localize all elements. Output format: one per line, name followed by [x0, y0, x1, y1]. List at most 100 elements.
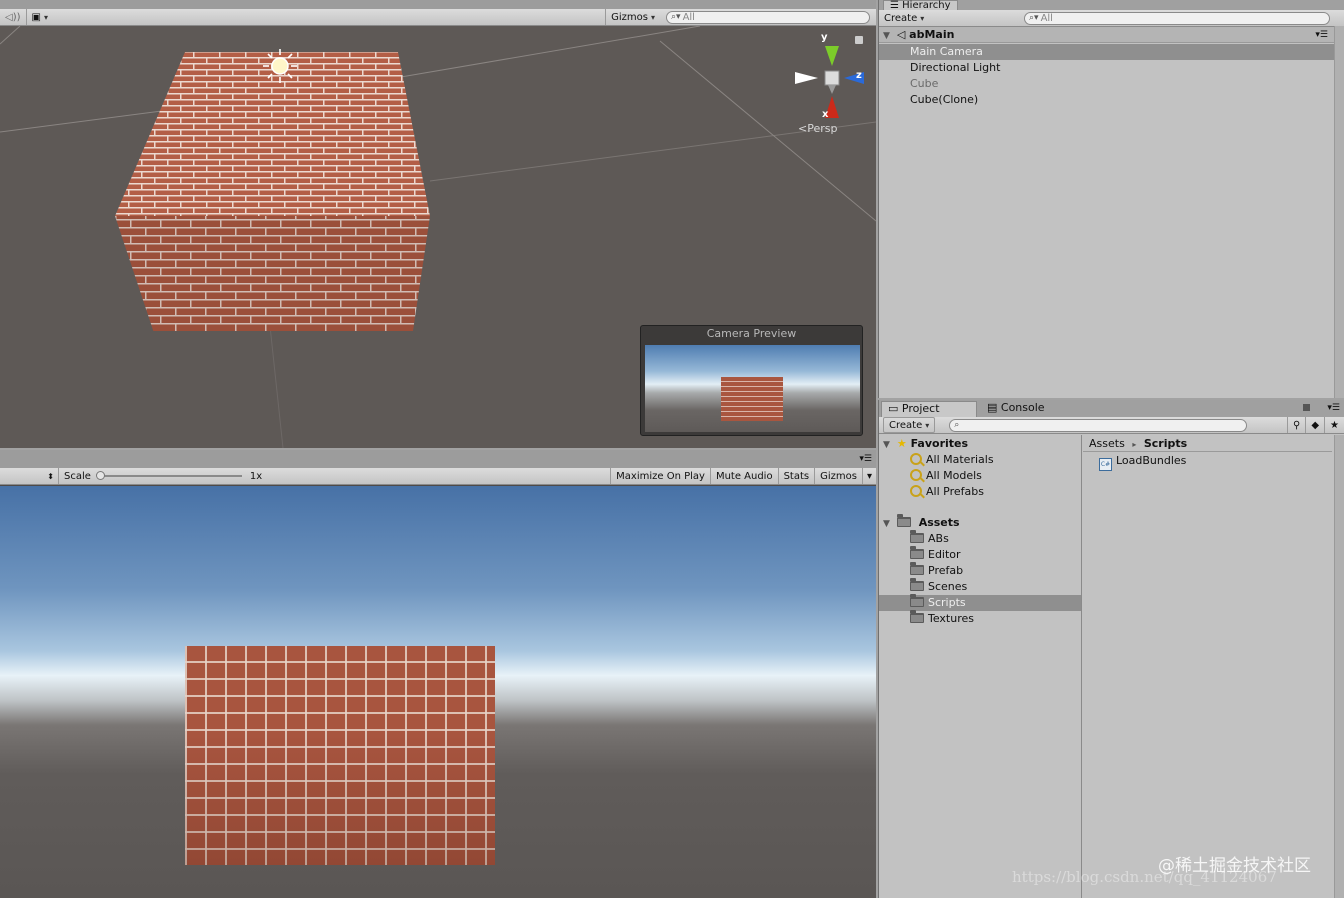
folder-item-label: Scenes	[928, 580, 968, 593]
image-icon: ▣	[31, 11, 41, 23]
folder-item[interactable]: Scripts	[879, 594, 1081, 611]
saved-search-icon	[910, 453, 922, 465]
scene-cube[interactable]	[115, 51, 430, 331]
project-tree: ▼ ★ Favorites All Materials All Models All…	[879, 435, 1082, 898]
file-item-label: LoadBundles	[1116, 454, 1187, 467]
hierarchy-item[interactable]: Cube	[879, 76, 1334, 92]
axis-z-label: z	[856, 70, 862, 81]
expand-triangle-icon[interactable]: ▼	[883, 437, 893, 453]
scale-slider-thumb[interactable]	[95, 471, 105, 480]
folder-item-label: Prefab	[928, 564, 964, 577]
watermark-brand: @稀土掘金技术社区	[1158, 856, 1311, 876]
tab-project[interactable]: ▭ Project	[881, 401, 977, 417]
folder-icon	[896, 514, 911, 527]
favorites-row[interactable]: ▼ ★ Favorites	[879, 436, 1081, 452]
hierarchy-item[interactable]: Main Camera	[879, 44, 1334, 60]
folder-item[interactable]: ABs	[879, 530, 1081, 547]
folder-item[interactable]: Prefab	[879, 562, 1081, 579]
display-dropdown[interactable]: ⬍	[0, 472, 58, 481]
folder-item-label: Scripts	[928, 596, 966, 609]
context-menu-icon[interactable]: ▾☰	[1315, 27, 1328, 43]
project-panel: ▭ Project ▤ Console ▾☰ Create ⌕ ⚲ ◆ ★ ▼ …	[878, 400, 1344, 898]
filter-by-type-icon[interactable]: ⚲	[1287, 417, 1305, 433]
scene-gizmos-dropdown[interactable]: Gizmos	[605, 9, 660, 25]
favorites-star-icon: ★	[896, 437, 907, 450]
scene-root-row[interactable]: ▼ ◁ abMain ▾☰	[879, 27, 1344, 43]
favorite-item-label: All Models	[926, 469, 982, 482]
search-icon: ⌕▾	[1029, 13, 1039, 23]
favorite-item[interactable]: All Models	[879, 468, 1081, 484]
project-create-button[interactable]: Create	[883, 417, 936, 433]
hierarchy-toolbar: Create ⌕▾All	[879, 10, 1344, 27]
hierarchy-create-button[interactable]: Create	[879, 10, 929, 26]
hierarchy-scrollbar[interactable]	[1334, 26, 1344, 398]
folder-item[interactable]: Editor	[879, 546, 1081, 563]
breadcrumb-scripts[interactable]: Scripts	[1144, 437, 1187, 450]
scene-view[interactable]: ◁)) ▣ Gizmos ⌕▾ All	[0, 0, 876, 448]
audio-toggle-icon[interactable]: ◁))	[0, 9, 26, 25]
stats-button[interactable]: Stats	[777, 468, 815, 484]
hierarchy-item-label: Directional Light	[910, 61, 1001, 74]
tab-console[interactable]: ▤ Console	[987, 401, 1045, 415]
camera-preview-image	[645, 345, 860, 432]
game-viewport[interactable]	[0, 486, 876, 898]
filter-by-label-icon[interactable]: ◆	[1305, 417, 1324, 433]
folder-item[interactable]: Scenes	[879, 578, 1081, 595]
project-toolbar: Create ⌕ ⚲ ◆ ★	[879, 417, 1344, 434]
unity-scene-icon: ◁	[896, 28, 906, 41]
console-icon: ▤	[987, 401, 1001, 414]
directional-light-icon[interactable]	[262, 48, 298, 84]
scene-viewport[interactable]: y z x <Persp Camera Preview	[0, 26, 876, 448]
effects-dropdown[interactable]: ▣	[25, 9, 53, 25]
lock-icon[interactable]	[1303, 404, 1310, 411]
hierarchy-item-label: Cube(Clone)	[910, 93, 979, 106]
favorite-star-icon[interactable]: ★	[1324, 417, 1344, 433]
csharp-script-icon: C#	[1099, 458, 1112, 471]
scale-slider[interactable]	[95, 468, 246, 484]
camera-preview: Camera Preview	[640, 325, 863, 436]
hierarchy-item[interactable]: Cube(Clone)	[879, 92, 1334, 108]
breadcrumb: Assets ▸ Scripts	[1083, 435, 1332, 452]
maximize-on-play-button[interactable]: Maximize On Play	[610, 468, 710, 484]
game-gizmos-button[interactable]: Gizmos	[814, 468, 862, 484]
folder-item-label: Textures	[928, 612, 974, 625]
favorite-item[interactable]: All Materials	[879, 452, 1081, 468]
project-scrollbar[interactable]	[1334, 435, 1344, 898]
mute-audio-button[interactable]: Mute Audio	[709, 468, 778, 484]
hierarchy-item[interactable]: Directional Light	[879, 60, 1334, 76]
orientation-gizmo[interactable]: y z x <Persp	[792, 32, 872, 135]
favorite-item[interactable]: All Prefabs	[879, 484, 1081, 500]
folder-icon	[910, 530, 924, 543]
camera-preview-title: Camera Preview	[706, 327, 797, 340]
search-icon: ⌕▾	[671, 12, 681, 22]
assets-row[interactable]: ▼ Assets	[879, 514, 1081, 532]
persp-label[interactable]: Persp	[807, 122, 837, 135]
game-view[interactable]: ▾☰ ⬍ Scale 1x Maximize On Play Mute Audi…	[0, 450, 876, 898]
game-toolbar: ⬍ Scale 1x Maximize On Play Mute Audio S…	[0, 468, 876, 485]
folder-icon	[910, 562, 924, 575]
scene-search-input[interactable]: ⌕▾ All	[666, 10, 870, 24]
folder-icon	[910, 578, 924, 591]
persp-chevron-icon: <	[798, 122, 808, 135]
breadcrumb-assets[interactable]: Assets	[1089, 437, 1125, 450]
folder-icon	[910, 610, 924, 623]
folder-item-label: ABs	[928, 532, 949, 545]
folder-item-label: Editor	[928, 548, 961, 561]
folder-item[interactable]: Textures	[879, 610, 1081, 627]
game-gizmos-dropdown[interactable]: ▾	[861, 468, 876, 484]
expand-triangle-icon[interactable]: ▼	[883, 516, 893, 532]
folder-icon	[910, 594, 924, 607]
favorite-item-label: All Prefabs	[926, 485, 984, 498]
expand-triangle-icon[interactable]: ▼	[883, 28, 893, 44]
saved-search-icon	[910, 469, 922, 481]
project-search-input[interactable]: ⌕	[949, 418, 1248, 432]
hierarchy-search-input[interactable]: ⌕▾ All	[1024, 11, 1330, 25]
game-context-menu-icon[interactable]: ▾☰	[859, 454, 872, 464]
scene-toolbar: ◁)) ▣ Gizmos ⌕▾ All	[0, 9, 876, 26]
file-item[interactable]: C# LoadBundles	[1083, 453, 1332, 471]
favorite-item-label: All Materials	[926, 453, 994, 466]
scale-label: Scale	[58, 468, 96, 484]
project-context-menu-icon[interactable]: ▾☰	[1327, 403, 1340, 413]
lock-icon[interactable]	[855, 36, 863, 44]
hierarchy-item-label: Main Camera	[910, 45, 983, 58]
